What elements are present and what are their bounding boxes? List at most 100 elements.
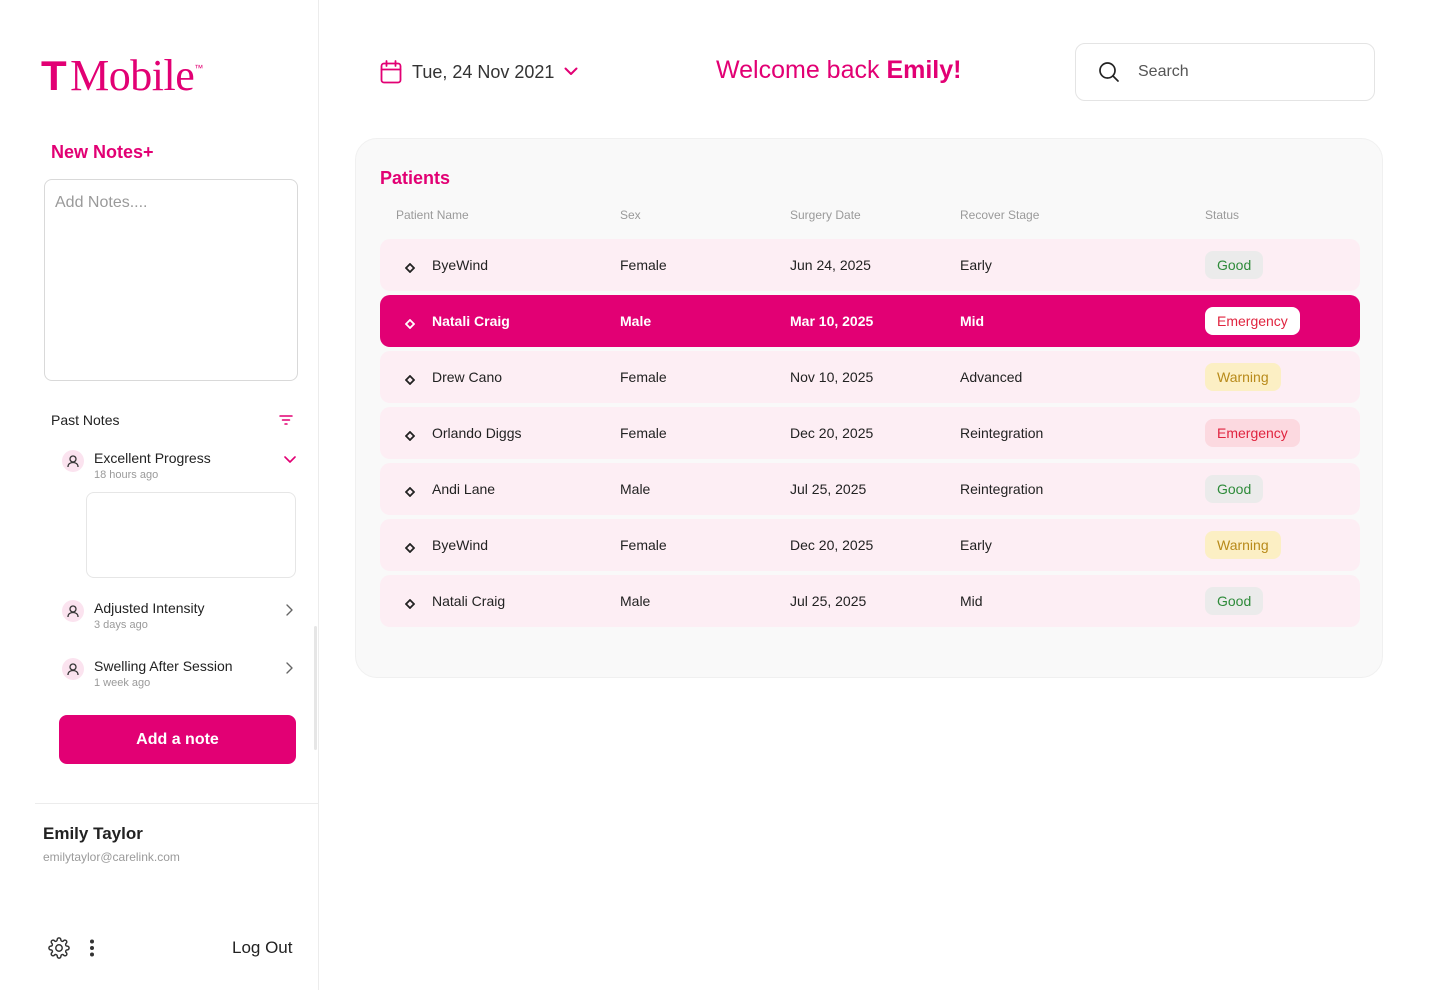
column-header-surgery-date: Surgery Date (790, 208, 861, 222)
patient-name: Andi Lane (432, 481, 496, 497)
surgery-date: Jun 24, 2025 (790, 257, 871, 273)
table-row-selected[interactable]: Natali Craig Male Mar 10, 2025 Mid Emerg… (380, 295, 1360, 347)
brand-name: Mobile (70, 51, 195, 100)
past-note-time: 18 hours ago (94, 469, 159, 481)
past-notes-header: Past Notes (51, 412, 293, 428)
recover-stage: Reintegration (960, 481, 1044, 497)
table-row[interactable]: ByeWind Female Dec 20, 2025 Early Warnin… (380, 519, 1360, 571)
patient-name: Natali Craig (432, 593, 506, 609)
trademark: ™ (194, 63, 203, 73)
table-row[interactable]: Drew Cano Female Nov 10, 2025 Advanced W… (380, 351, 1360, 403)
table-row[interactable]: Orlando Diggs Female Dec 20, 2025 Reinte… (380, 407, 1360, 459)
search-input[interactable] (1138, 63, 1338, 81)
status-badge: Emergency (1205, 419, 1300, 447)
table-row[interactable]: ByeWind Female Jun 24, 2025 Early Good (380, 239, 1360, 291)
new-notes-label[interactable]: New Notes+ (51, 142, 154, 163)
diamond-icon (404, 372, 416, 386)
date-picker[interactable]: Tue, 24 Nov 2021 (380, 60, 578, 84)
surgery-date: Dec 20, 2025 (790, 425, 874, 441)
patient-sex: Female (620, 425, 667, 441)
column-header-status: Status (1205, 208, 1240, 222)
past-note-time: 3 days ago (94, 619, 148, 631)
patient-sex: Female (620, 537, 667, 553)
user-icon (62, 450, 84, 472)
table-row[interactable]: Natali Craig Male Jul 25, 2025 Mid Good (380, 575, 1360, 627)
patient-name: Natali Craig (432, 313, 510, 329)
more-options-icon[interactable] (84, 937, 100, 959)
column-header-recover-stage: Recover Stage (960, 208, 1040, 222)
brand-mark: T (41, 52, 67, 99)
past-note-item[interactable]: Excellent Progress 18 hours ago (62, 450, 298, 483)
chevron-down-icon[interactable] (282, 452, 298, 468)
notes-input[interactable] (44, 179, 298, 381)
diamond-icon (404, 540, 416, 554)
column-header-sex: Sex (620, 208, 641, 222)
past-note-title: Excellent Progress (94, 450, 211, 466)
table-row[interactable]: Andi Lane Male Jul 25, 2025 Reintegratio… (380, 463, 1360, 515)
past-note-item[interactable]: Adjusted Intensity 3 days ago (62, 600, 298, 633)
sidebar: T Mobile ™ New Notes+ Past Notes Excelle… (0, 0, 319, 990)
divider (35, 803, 319, 804)
past-notes-title: Past Notes (51, 412, 120, 428)
patient-sex: Female (620, 257, 667, 273)
status-badge: Warning (1205, 363, 1281, 391)
surgery-date: Dec 20, 2025 (790, 537, 874, 553)
status-badge: Good (1205, 587, 1264, 615)
search-icon (1098, 61, 1120, 83)
patient-name: Orlando Diggs (432, 425, 522, 441)
user-icon (62, 600, 84, 622)
status-badge: Good (1205, 251, 1264, 279)
brand-logo: T Mobile ™ (41, 52, 203, 100)
patient-sex: Male (620, 481, 651, 497)
surgery-date: Mar 10, 2025 (790, 313, 874, 329)
user-icon (62, 658, 84, 680)
gear-icon[interactable] (48, 937, 70, 959)
sidebar-scrollbar[interactable] (314, 626, 317, 750)
chevron-down-icon (564, 63, 578, 81)
logout-link[interactable]: Log Out (232, 938, 293, 958)
calendar-icon (380, 60, 402, 84)
current-date: Tue, 24 Nov 2021 (412, 61, 555, 82)
status-badge: Good (1205, 475, 1264, 503)
add-note-button[interactable]: Add a note (59, 715, 296, 764)
welcome-name: Emily! (886, 56, 962, 84)
patient-sex: Male (620, 593, 651, 609)
past-note-item[interactable]: Swelling After Session 1 week ago (62, 658, 298, 691)
search-box[interactable] (1075, 43, 1375, 101)
recover-stage: Mid (960, 593, 983, 609)
status-badge: Warning (1205, 531, 1281, 559)
patients-panel: Patients Patient Name Sex Surgery Date R… (355, 138, 1383, 678)
chevron-right-icon[interactable] (282, 660, 298, 676)
patients-title: Patients (380, 168, 451, 188)
user-name: Emily Taylor (43, 824, 143, 843)
recover-stage: Reintegration (960, 425, 1044, 441)
surgery-date: Jul 25, 2025 (790, 481, 867, 497)
surgery-date: Nov 10, 2025 (790, 369, 874, 385)
filter-icon[interactable] (279, 413, 293, 427)
diamond-icon (404, 316, 416, 330)
diamond-icon (404, 260, 416, 274)
column-header-patient-name: Patient Name (396, 208, 469, 222)
surgery-date: Jul 25, 2025 (790, 593, 867, 609)
welcome-message: Welcome back Emily! (716, 56, 961, 85)
note-detail-box[interactable] (86, 492, 296, 578)
chevron-right-icon[interactable] (282, 602, 298, 618)
patient-sex: Male (620, 313, 652, 329)
diamond-icon (404, 428, 416, 442)
patient-name: Drew Cano (432, 369, 503, 385)
welcome-prefix: Welcome back (716, 56, 887, 84)
past-note-title: Adjusted Intensity (94, 600, 205, 616)
patient-sex: Female (620, 369, 667, 385)
user-email: emilytaylor@carelink.com (43, 850, 180, 864)
status-badge: Emergency (1205, 307, 1300, 335)
diamond-icon (404, 484, 416, 498)
patient-name: ByeWind (432, 257, 489, 273)
recover-stage: Mid (960, 313, 985, 329)
recover-stage: Advanced (960, 369, 1023, 385)
recover-stage: Early (960, 257, 992, 273)
recover-stage: Early (960, 537, 992, 553)
past-note-title: Swelling After Session (94, 658, 233, 674)
past-note-time: 1 week ago (94, 677, 151, 689)
diamond-icon (404, 596, 416, 610)
patient-name: ByeWind (432, 537, 489, 553)
